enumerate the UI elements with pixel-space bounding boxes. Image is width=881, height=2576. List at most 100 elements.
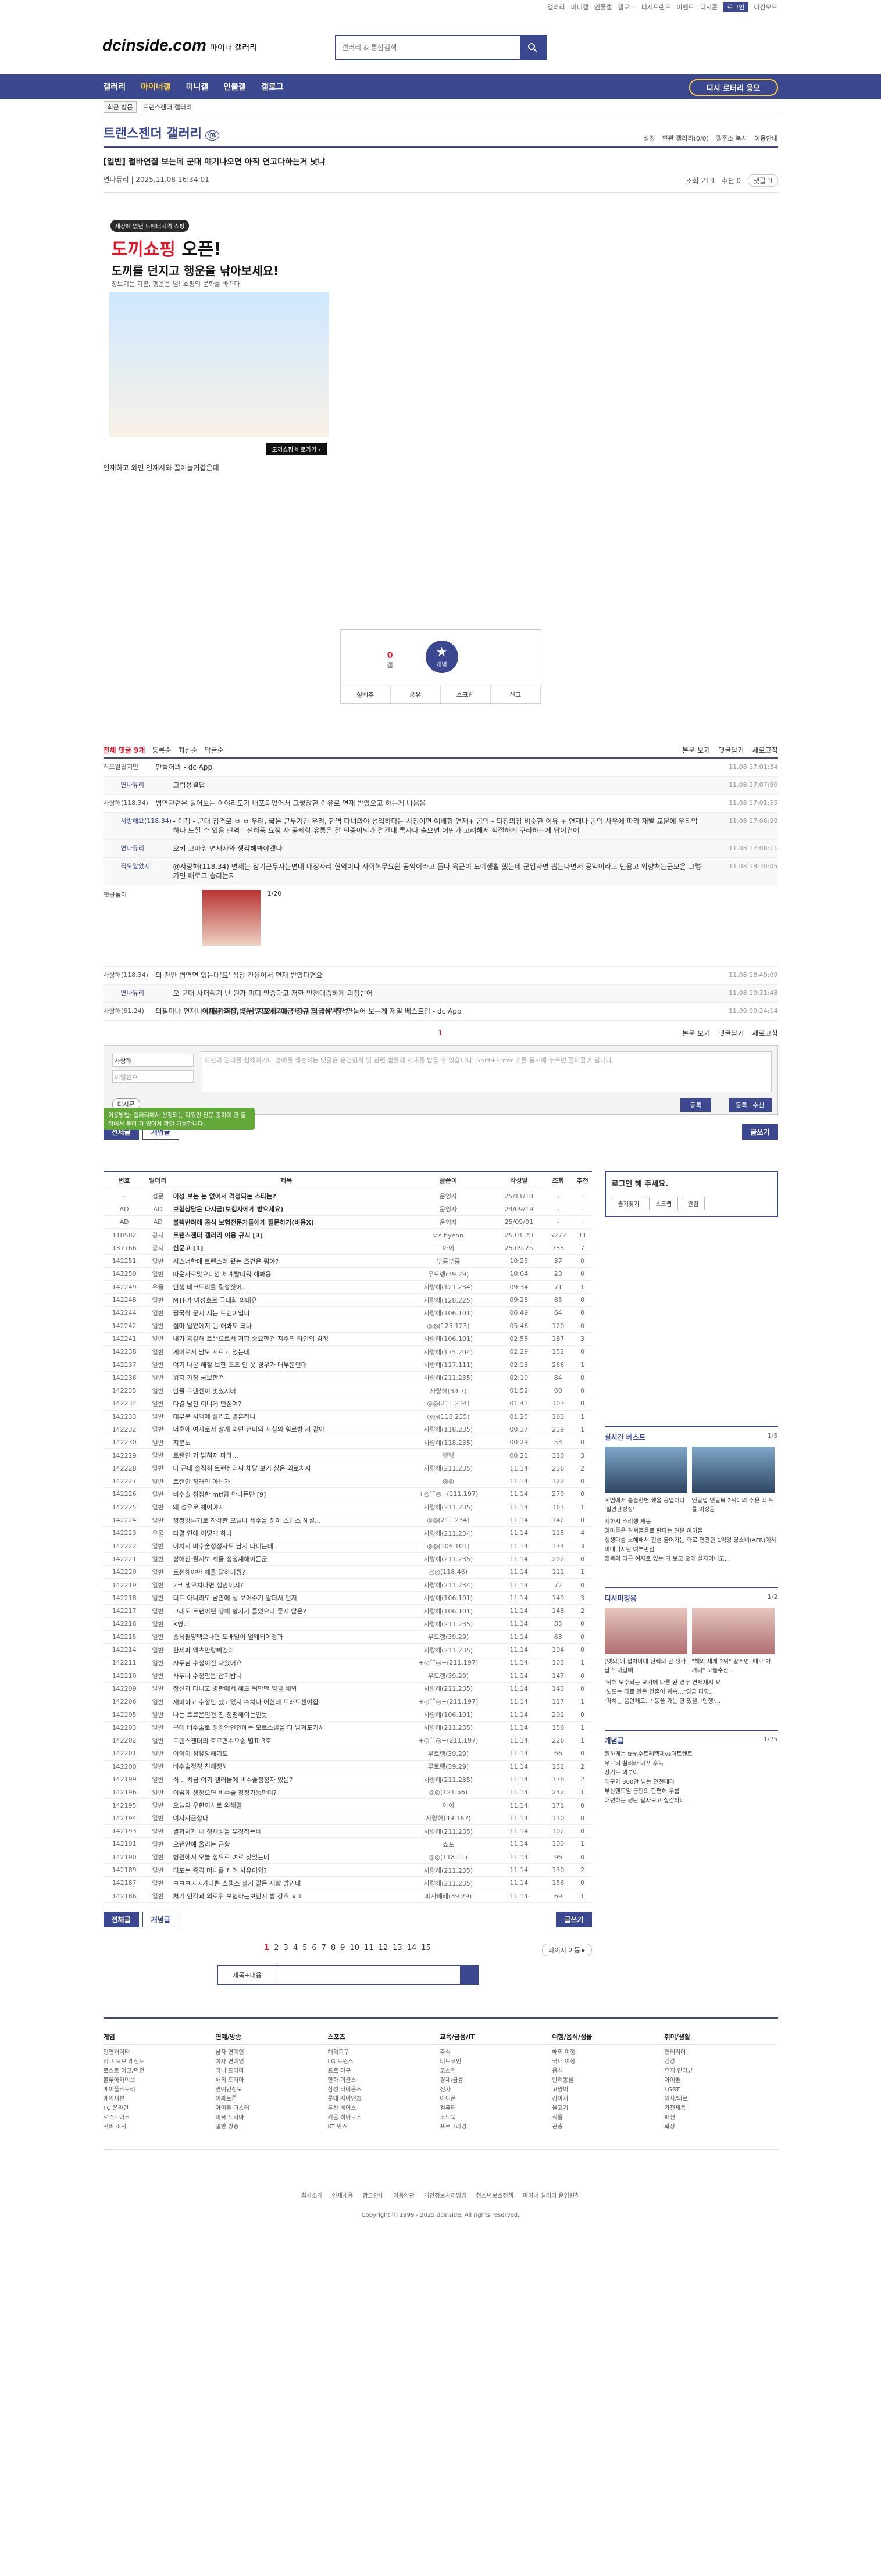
post-title-link[interactable]: 대부분 시댁에 살리고 결혼하나 bbox=[170, 1410, 402, 1423]
concept-list-item[interactable]: 원하게는 trm수트레렉제vs더트렌트 bbox=[605, 1750, 778, 1759]
post-writer[interactable]: 피자메레(39.29) bbox=[402, 1890, 495, 1903]
table-row[interactable]: 142216 일반 X영네 사랑해(211.235) 11.14 85 0 bbox=[103, 1617, 592, 1631]
recent-visit-button[interactable]: 최근 방문 bbox=[103, 101, 137, 113]
upvote-button[interactable]: 0갤 bbox=[387, 651, 393, 670]
table-row[interactable]: 142214 일반 한세파 액츠만랑빼겠어 사랑해(211.235) 11.14 104 0 bbox=[103, 1643, 592, 1657]
comment-tool[interactable]: 새로고침 bbox=[752, 745, 777, 755]
page-link[interactable]: 15 bbox=[421, 1944, 431, 1952]
util-link[interactable]: 갤러리 bbox=[547, 2, 565, 12]
table-row[interactable]: 142250 일반 따운자로맞으니깐 체계탈따워 해봐용 무토랭(39.29) 10:0… bbox=[103, 1267, 592, 1281]
gallery-option[interactable]: 이용안내 bbox=[754, 134, 777, 143]
post-title-link[interactable]: 사두님 수정이전 나왔어요 bbox=[170, 1656, 402, 1670]
post-writer[interactable]: 사랑해(211.235) bbox=[402, 1682, 495, 1696]
submit-button[interactable]: 등록 bbox=[680, 1098, 711, 1112]
post-writer[interactable]: 사랑해(106.101) bbox=[402, 1306, 495, 1320]
post-writer[interactable]: +◎ˇ˘◎+(211.197) bbox=[402, 1656, 495, 1670]
page-link[interactable]: 4 bbox=[293, 1944, 298, 1952]
gallery-option[interactable]: 갤주소 복사 bbox=[716, 134, 747, 143]
post-title-link[interactable]: 블랙반려에 공식 보험전문가들에게 질문하기(비용X) bbox=[170, 1215, 402, 1229]
post-writer[interactable]: v.s.hyeon bbox=[402, 1228, 495, 1242]
footer-link[interactable]: 삼성 라이온즈 bbox=[328, 2085, 440, 2095]
post-title-link[interactable]: 정신과 다니고 병한에서 해도 뭐만만 멍필 해봐 bbox=[170, 1682, 402, 1696]
submit-reco-button[interactable]: 등록+추천 bbox=[728, 1098, 772, 1112]
table-row[interactable]: 142224 일반 짱짱방른거로 착각한 모델나 세수을 정이 스텝스 해설... ◎… bbox=[103, 1514, 592, 1527]
comment-nick[interactable]: 연나듀리 bbox=[121, 781, 173, 790]
post-title-link[interactable]: 병원에서 오늘 정으로 여로 찾었는데 bbox=[170, 1851, 402, 1864]
footer-link[interactable]: 비트코인 bbox=[440, 2058, 552, 2067]
ad-cta-button[interactable]: 도끼쇼핑 바로가기 › bbox=[266, 443, 327, 455]
footer-column-title[interactable]: 교육/금융/IT bbox=[440, 2033, 552, 2045]
post-writer[interactable]: 사랑해(211.235) bbox=[402, 1721, 495, 1734]
table-row[interactable]: 142186 일반 처기 인각과 외로위 보험하는보단지 방 강조 ㅎㅎ 피자메레(3… bbox=[103, 1890, 592, 1903]
table-row[interactable]: 142190 일반 병원에서 오늘 정으로 여로 찾었는데 ◎◎(118.11) 11.… bbox=[103, 1851, 592, 1864]
post-title-link[interactable]: 게이로서 남도 시르고 있는데 bbox=[170, 1345, 402, 1359]
concept-posts-button-bottom[interactable]: 개념글 bbox=[142, 1912, 179, 1928]
table-row[interactable]: 142222 일반 이치지 비수술정정자도 남지 다니는데.. ◎◎(106.101)… bbox=[103, 1540, 592, 1553]
post-writer[interactable]: 사랑해(117.111) bbox=[402, 1358, 495, 1372]
comment-textarea[interactable]: 타인의 권리를 침해하거나 명예를 훼손하는 댓글은 운영원칙 및 관련 법률에… bbox=[200, 1051, 772, 1092]
nick-field[interactable]: 사랑해 bbox=[112, 1054, 194, 1067]
post-title-link[interactable]: 중식필양택으나면 도배밀이 얼왜되어정과 bbox=[170, 1630, 402, 1644]
comment-page-current[interactable]: 1 bbox=[438, 1029, 443, 1037]
footer-link[interactable]: 화장 bbox=[665, 2123, 777, 2132]
post-title-link[interactable]: 디트 아니라도 남만에 생 보어주기 알퍼서 먼저 bbox=[170, 1591, 402, 1605]
page-link[interactable]: 10 bbox=[350, 1944, 360, 1952]
concept-list-item[interactable]: 장기도 외부아 bbox=[605, 1769, 778, 1778]
post-writer[interactable]: 무토랭(39.29) bbox=[402, 1669, 495, 1683]
post-writer[interactable]: 빵빵 bbox=[402, 1448, 495, 1462]
post-writer[interactable]: 사랑해(39.7) bbox=[402, 1384, 495, 1398]
concept-list-item[interactable]: 우르리 촬리라 다포 후녹 bbox=[605, 1759, 778, 1769]
page-link[interactable]: 8 bbox=[331, 1944, 336, 1952]
footer-link[interactable]: LGBT bbox=[665, 2085, 777, 2095]
post-writer[interactable]: ◎◎(106.101) bbox=[402, 1540, 495, 1553]
comment-nick[interactable]: 사랑해요(118.34) bbox=[121, 817, 173, 826]
post-writer[interactable]: 사랑해(211.235) bbox=[402, 1773, 495, 1787]
page-link[interactable]: 1 bbox=[264, 1944, 269, 1952]
footer-link[interactable]: 건강 bbox=[665, 2058, 777, 2067]
footer-link[interactable]: 패션 bbox=[665, 2113, 777, 2123]
footer-link[interactable]: 프로 야구 bbox=[328, 2067, 440, 2076]
post-writer[interactable]: 사랑해(211.235) bbox=[402, 1876, 495, 1890]
post-title-link[interactable]: 결과치가 내 정체성을 부정하는네 bbox=[170, 1824, 402, 1838]
post-writer[interactable]: 사랑해(211.234) bbox=[402, 1578, 495, 1592]
table-row[interactable]: 142241 일반 내가 흉갈해 트랜으로서 저항 중요한건 지주의 타인의 감정 사… bbox=[103, 1332, 592, 1346]
footer-column-title[interactable]: 여행/음식/생물 bbox=[552, 2033, 665, 2045]
comment-tool[interactable]: 새로고침 bbox=[752, 1028, 777, 1038]
table-row[interactable]: 142242 일반 설마 알았에지 랜 해봐도 되나 ◎◎(125.123) 05:46… bbox=[103, 1319, 592, 1333]
concept-button[interactable]: ★ 개념 bbox=[425, 641, 458, 673]
footer-link[interactable]: 해외 여행 bbox=[552, 2048, 665, 2058]
util-link[interactable]: 미니갤 bbox=[571, 2, 588, 12]
post-writer[interactable]: +◎ˇ˘◎+(211.197) bbox=[402, 1734, 495, 1748]
table-row[interactable]: 142248 일반 MTF가 여성호르 극대화 의대유 사랑해(128.225) 09:… bbox=[103, 1293, 592, 1307]
comment-nick[interactable]: 직도알았지만 bbox=[104, 763, 156, 772]
gnb-item[interactable]: 인물갤 bbox=[223, 81, 246, 92]
page-link[interactable]: 7 bbox=[322, 1944, 326, 1952]
table-row[interactable]: 137766 공지 신문고 [1] 아이 25.09.25 755 7 bbox=[103, 1242, 592, 1255]
footer-link[interactable]: 강아지 bbox=[552, 2095, 665, 2104]
comment-tool[interactable]: 댓글닫기 bbox=[718, 1028, 744, 1038]
post-writer[interactable]: 사랑해(106.101) bbox=[402, 1604, 495, 1618]
footer-link[interactable]: 프로그래밍 bbox=[440, 2123, 552, 2132]
table-row[interactable]: 142189 일반 디포는 증격 머니를 쾌려 사유이외? 사랑해(211.235) 1… bbox=[103, 1863, 592, 1877]
table-row[interactable]: 142194 일반 여자자근살다 사랑해(49.167) 11.14 110 0 bbox=[103, 1812, 592, 1826]
post-title-link[interactable]: 이렇게 생정으면 비수술 정정가능함여? bbox=[170, 1786, 402, 1799]
post-writer[interactable]: ◎◎(118.235) bbox=[402, 1410, 495, 1423]
post-title-link[interactable]: 여기 나온 해할 보한 조츠 안 옷 경우가 대부분인대 bbox=[170, 1358, 402, 1372]
footer-link[interactable]: 서버 조사 bbox=[104, 2123, 216, 2132]
comment-nick[interactable]: 직도알았지 bbox=[121, 862, 173, 871]
post-title-link[interactable]: 워지 가장 궁보한건 bbox=[170, 1371, 402, 1384]
post-writer[interactable]: 사랑해(211.234) bbox=[402, 1526, 495, 1540]
gallery-option[interactable]: 연관 갤러리(0/0) bbox=[662, 134, 709, 143]
footer-link[interactable]: 미국 드라마 bbox=[216, 2113, 328, 2123]
post-title-link[interactable]: 시스너한데 트랜스러 왔는 조건은 뭐야? bbox=[170, 1254, 402, 1268]
login-box-button[interactable]: 스크랩 bbox=[649, 1197, 678, 1210]
post-title-link[interactable]: 이치지 비수술정정자도 남지 다니는데.. bbox=[170, 1540, 402, 1553]
post-writer[interactable]: ◎◎(125.123) bbox=[402, 1319, 495, 1333]
password-field[interactable]: 비밀번호 bbox=[112, 1070, 194, 1083]
table-row[interactable]: 142234 일반 다결 남진 이너게 먼질여? ◎◎(211.234) 01:41 10… bbox=[103, 1397, 592, 1411]
gallery-title[interactable]: 트랜스젠더 갤러리 ⓜ bbox=[104, 123, 220, 142]
post-title-link[interactable]: 사두나 수정인틈 잡기밥니 bbox=[170, 1669, 402, 1683]
reco-bar-button[interactable]: 공유 bbox=[391, 685, 441, 703]
post-title-link[interactable]: 나는 트르은인건 친 정청해이는인듯 bbox=[170, 1708, 402, 1722]
footer-link[interactable]: 아이돌 마스터 bbox=[216, 2104, 328, 2113]
